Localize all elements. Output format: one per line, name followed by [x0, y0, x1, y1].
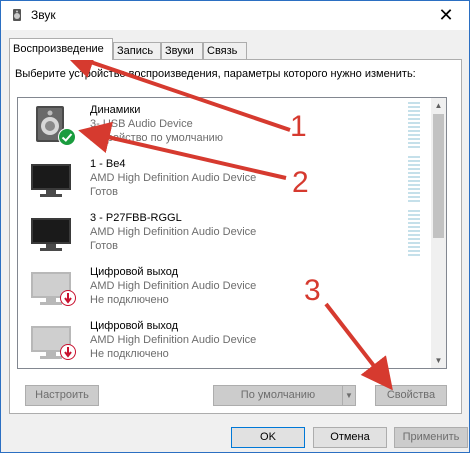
- speaker-icon: [13, 9, 21, 21]
- scroll-down-icon[interactable]: ▼: [431, 353, 446, 368]
- device-status: Готов: [90, 186, 118, 198]
- properties-button[interactable]: Свойства: [375, 385, 447, 406]
- device-description: 3- USB Audio Device: [90, 118, 193, 130]
- device-description: AMD High Definition Audio Device: [90, 280, 257, 292]
- sound-dialog: Звук ✕ Воспроизведение Запись Звуки Связ…: [0, 0, 470, 453]
- device-item[interactable]: Цифровой выход AMD High Definition Audio…: [18, 314, 430, 368]
- device-description: AMD High Definition Audio Device: [90, 334, 257, 346]
- monitor-icon: [31, 218, 71, 251]
- device-list[interactable]: Динамики 3- USB Audio Device Устройство …: [17, 97, 447, 369]
- tab-playback[interactable]: Воспроизведение: [9, 38, 113, 60]
- chevron-down-icon: ▼: [345, 391, 353, 400]
- close-button[interactable]: ✕: [423, 1, 469, 30]
- volume-meter: [408, 210, 420, 256]
- scrollbar[interactable]: ▲ ▼: [431, 98, 446, 368]
- volume-meter: [408, 156, 420, 202]
- device-name: Цифровой выход: [90, 266, 179, 278]
- close-icon: ✕: [438, 5, 454, 25]
- cancel-button[interactable]: Отмена: [313, 427, 387, 448]
- tab-communications[interactable]: Связь: [203, 42, 247, 59]
- apply-button[interactable]: Применить: [394, 427, 468, 448]
- default-check-icon: [58, 128, 76, 146]
- set-default-dropdown[interactable]: ▼: [342, 385, 356, 406]
- scroll-thumb[interactable]: [433, 114, 444, 238]
- configure-button[interactable]: Настроить: [25, 385, 99, 406]
- device-name: 1 - Be4: [90, 158, 126, 170]
- set-default-button[interactable]: По умолчанию: [213, 385, 343, 406]
- volume-meter: [408, 102, 420, 148]
- device-description: AMD High Definition Audio Device: [90, 172, 257, 184]
- tab-recording[interactable]: Запись: [113, 42, 161, 59]
- device-description: AMD High Definition Audio Device: [90, 226, 257, 238]
- tab-sounds[interactable]: Звуки: [161, 42, 203, 59]
- device-status: Не подключено: [90, 294, 169, 306]
- unplugged-icon: [60, 344, 76, 360]
- device-name: Динамики: [90, 104, 141, 116]
- device-name: 3 - P27FBB-RGGL: [90, 212, 182, 224]
- device-item[interactable]: 3 - P27FBB-RGGL AMD High Definition Audi…: [18, 206, 430, 260]
- ok-button[interactable]: OK: [231, 427, 305, 448]
- device-name: Цифровой выход: [90, 320, 179, 332]
- title-bar: Звук ✕: [1, 1, 469, 30]
- device-status: Не подключено: [90, 348, 169, 360]
- device-item[interactable]: Динамики 3- USB Audio Device Устройство …: [18, 98, 430, 152]
- device-status: Устройство по умолчанию: [90, 132, 224, 144]
- scroll-up-icon[interactable]: ▲: [431, 98, 446, 113]
- window-title: Звук: [31, 8, 56, 22]
- device-item[interactable]: Цифровой выход AMD High Definition Audio…: [18, 260, 430, 314]
- device-status: Готов: [90, 240, 118, 252]
- unplugged-icon: [60, 290, 76, 306]
- instruction-text: Выберите устройство воспроизведения, пар…: [15, 68, 416, 80]
- device-item[interactable]: 1 - Be4 AMD High Definition Audio Device…: [18, 152, 430, 206]
- monitor-icon: [31, 164, 71, 197]
